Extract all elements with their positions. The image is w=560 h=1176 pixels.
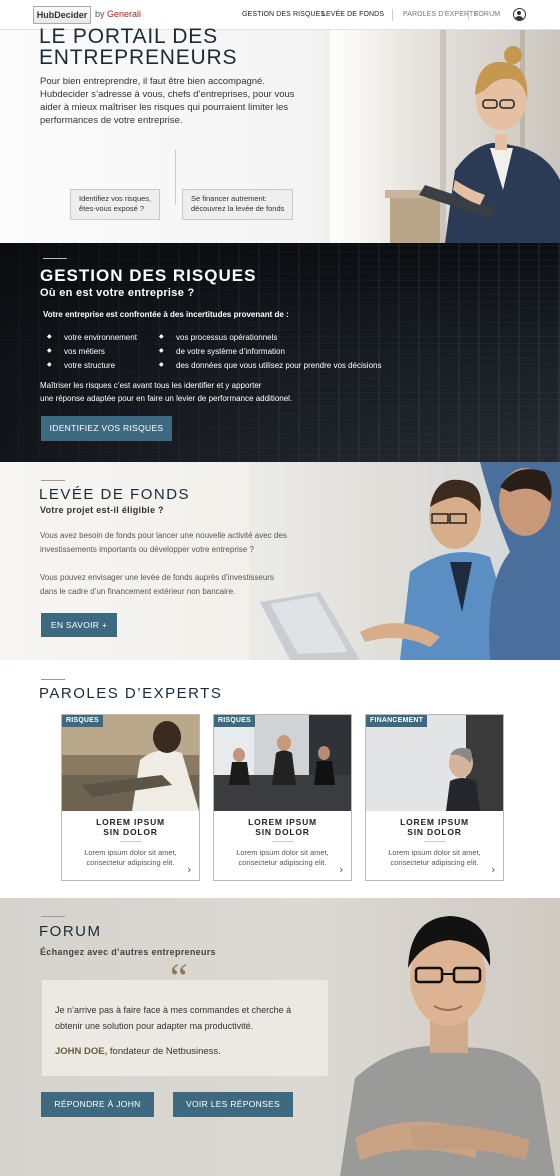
card-title: LOREM IPSUM SIN DOLOR: [96, 817, 165, 837]
card-tag: FINANCEMENT: [366, 715, 428, 727]
levee-subtitle: Votre projet est-il éligible ?: [40, 505, 164, 515]
view-answers-button[interactable]: VOIR LES RÉPONSES: [173, 1092, 293, 1117]
reply-to-john-button[interactable]: RÉPONDRE À JOHN: [41, 1092, 154, 1117]
card-text: Lorem ipsum dolor sit amet, consectetur a…: [84, 848, 177, 867]
quote-author: JOHN DOE, fondateur de Netbusiness.: [55, 1046, 221, 1057]
experts-title: PAROLES D’EXPERTS: [39, 685, 223, 702]
forum-man-image: [340, 916, 555, 1176]
nav-forum[interactable]: FORUM: [474, 11, 500, 18]
levee-title: LEVÉE DE FONDS: [39, 486, 191, 503]
section-accent-line: [41, 480, 65, 481]
expert-card[interactable]: RISQUES LOREM IPSUM SIN DOLOR Lorem ipsum…: [61, 714, 200, 881]
identify-risks-cta[interactable]: IDENTIFIEZ VOS RISQUES: [41, 416, 172, 441]
bullet-item: votre environnement: [47, 333, 137, 342]
user-icon[interactable]: [513, 8, 526, 21]
business-men-image: [250, 462, 560, 660]
bullet-item: vos métiers: [47, 347, 105, 356]
brand-name: Generali: [107, 9, 142, 19]
section-accent-line: [41, 679, 65, 680]
logo[interactable]: HubDecider: [33, 6, 91, 24]
chevron-right-icon[interactable]: ›: [491, 864, 495, 876]
financing-button[interactable]: Se financer autrement: découvrez la levée…: [182, 189, 294, 220]
card-image: [366, 715, 503, 811]
bullet-item: vos processus opérationnels: [159, 333, 277, 342]
chevron-right-icon[interactable]: ›: [339, 864, 343, 876]
hero-title: LE PORTAIL DES ENTREPRENEURS: [39, 25, 238, 69]
nav-divider: [392, 9, 393, 21]
nav-divider: [468, 10, 469, 20]
en-savoir-plus-button[interactable]: EN SAVOIR +: [41, 613, 117, 637]
card-title: LOREM IPSUM SIN DOLOR: [400, 817, 469, 837]
levee-paragraph-1: Vous avez besoin de fonds pour lancer un…: [40, 531, 287, 554]
expert-card[interactable]: RISQUES LOREM IPSUM SIN DOLOR Lorem ipsum…: [213, 714, 352, 881]
card-tag: RISQUES: [62, 715, 103, 727]
card-tag: RISQUES: [214, 715, 255, 727]
card-text: Lorem ipsum dolor sit amet, consectetur a…: [388, 848, 481, 867]
bullet-item: de votre système d’information: [159, 347, 285, 356]
hero-text: Pour bien entreprendre, il faut être bie…: [40, 76, 295, 126]
levee-paragraph-2: Vous pouvez envisager une levée de fonds…: [40, 573, 274, 596]
expert-card[interactable]: FINANCEMENT LOREM IPSUM SIN DOLOR Lorem i…: [365, 714, 504, 881]
bullet-item: des données que vous utilisez pour prend…: [159, 361, 382, 370]
section-accent-line: [41, 916, 65, 917]
card-title: LOREM IPSUM SIN DOLOR: [248, 817, 317, 837]
nav-levee-fonds[interactable]: LEVÉE DE FONDS: [322, 11, 384, 18]
quote-text: Je n’arrive pas à faire face à mes comma…: [55, 1005, 292, 1031]
card-image: [214, 715, 351, 811]
forum-title: FORUM: [39, 923, 102, 940]
hero-divider: [175, 150, 176, 205]
gestion-title: GESTION DES RISQUES: [40, 266, 257, 285]
gestion-subtitle: Où en est votre entreprise ?: [40, 287, 195, 299]
forum-subtitle: Échangez avec d’autres entrepreneurs: [40, 947, 216, 957]
card-image: [62, 715, 199, 811]
chevron-right-icon[interactable]: ›: [187, 864, 191, 876]
logo-by: by Generali: [95, 9, 142, 19]
section-accent-line: [43, 258, 67, 259]
gestion-intro: Votre entreprise est confrontée à des in…: [43, 310, 289, 319]
card-text: Lorem ipsum dolor sit amet, consectetur a…: [236, 848, 329, 867]
bullet-item: votre structure: [47, 361, 115, 370]
hero-woman-image: [385, 46, 560, 243]
identify-risks-button[interactable]: Identifiez vos risques, êtes-vous exposé …: [70, 189, 161, 220]
quote-icon: “: [170, 955, 188, 1000]
gestion-text: Maîtriser les risques c’est avant tous l…: [40, 381, 293, 403]
nav-gestion-risques[interactable]: GESTION DES RISQUES: [242, 11, 325, 18]
nav-paroles-experts[interactable]: PAROLES D'EXPERTS: [403, 11, 478, 18]
